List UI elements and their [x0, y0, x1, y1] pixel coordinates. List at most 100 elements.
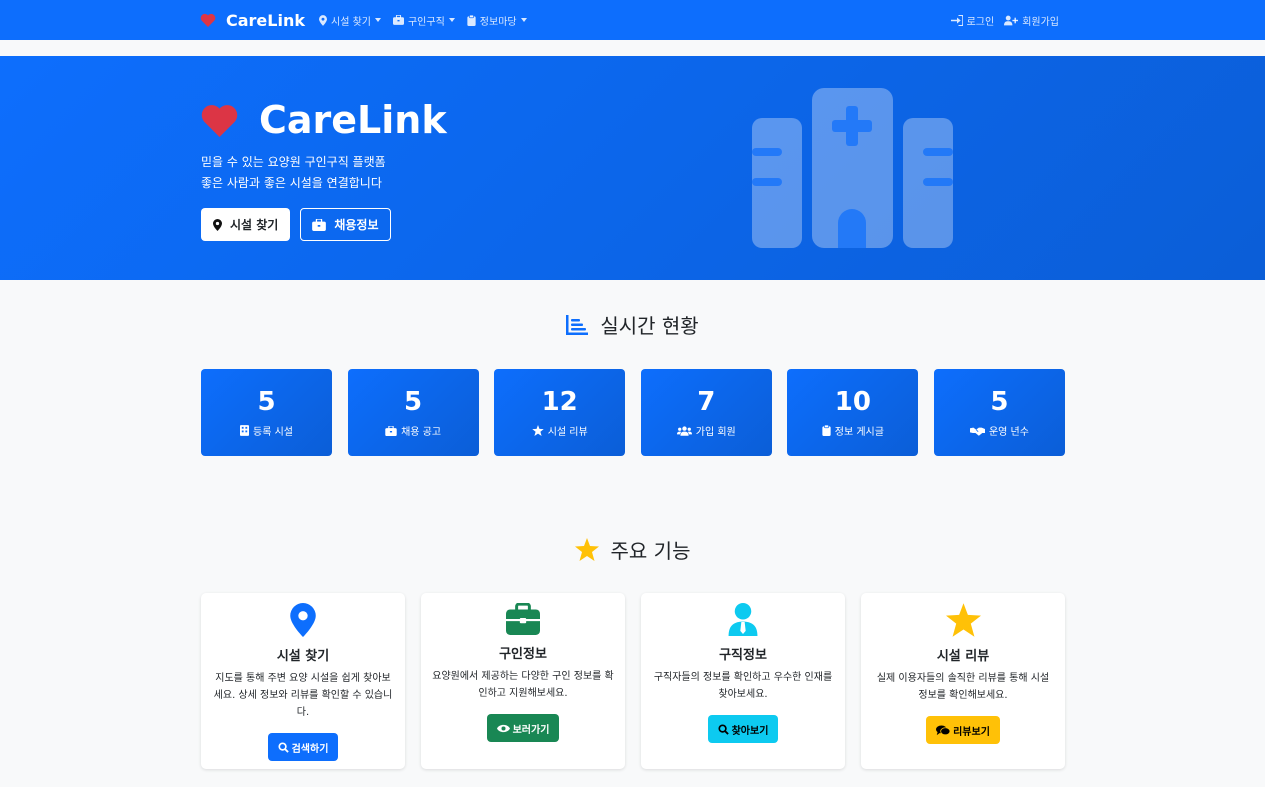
hero-title: CareLink [200, 98, 447, 142]
stat-value: 12 [541, 387, 578, 417]
stats-row: 5 등록 시설 5 채용 공고 12 시설 리뷰 7 가입 회원 10 정보 게… [201, 369, 1065, 456]
stat-value: 5 [257, 387, 276, 417]
building-icon [240, 425, 249, 436]
stat-label: 채용 공고 [385, 423, 441, 438]
stat-label: 정보 게시글 [822, 423, 884, 438]
brand-logo[interactable]: CareLink [200, 11, 305, 30]
map-pin-icon [213, 218, 222, 231]
briefcase-icon [506, 603, 540, 635]
find-button-label: 찾아보기 [731, 725, 769, 737]
briefcase-icon [385, 425, 397, 436]
search-button-label: 검색하기 [291, 743, 329, 755]
card-title: 구직정보 [719, 648, 767, 663]
features-title-text: 주요 기능 [610, 539, 691, 563]
jobs-button[interactable]: 채용정보 [300, 208, 391, 241]
stat-label-text: 가입 회원 [695, 427, 736, 438]
nav-facility-search[interactable]: 시설 찾기 [319, 13, 381, 28]
hospital-icon [752, 88, 953, 248]
stat-label: 시설 리뷰 [531, 423, 588, 438]
feature-card-reviews: 시설 리뷰 실제 이용자들의 솔직한 리뷰를 통해 시설 정보를 확인해보세요.… [861, 593, 1065, 769]
heart-icon [201, 105, 238, 137]
heart-icon [200, 13, 216, 27]
stat-card-reviews: 12 시설 리뷰 [494, 369, 626, 456]
features-section-title: 주요 기능 [0, 535, 1265, 564]
stat-value: 10 [834, 387, 871, 417]
nav-info-label: 정보마당 [479, 16, 517, 28]
hero-subtitle-line2: 좋은 사람과 좋은 시설을 연결합니다 [201, 176, 382, 190]
card-description: 구직자들의 정보를 확인하고 우수한 인재를 찾아보세요. [653, 672, 833, 700]
clipboard-icon [467, 14, 476, 26]
chevron-down-icon [448, 18, 455, 22]
user-plus-icon [1004, 15, 1019, 25]
users-icon [676, 425, 692, 436]
star-icon [945, 603, 981, 637]
review-button-label: 리뷰보기 [953, 726, 990, 738]
search-icon [278, 741, 289, 753]
view-button-label: 보러가기 [512, 724, 550, 736]
signup-label: 회원가입 [1022, 16, 1059, 28]
stat-value: 5 [404, 387, 423, 417]
stats-section-title: 실시간 현황 [0, 310, 1265, 339]
hero-title-text: CareLink [259, 98, 447, 142]
find-button[interactable]: 찾아보기 [707, 715, 779, 743]
eye-icon [496, 724, 510, 732]
nav-auth: 로그인 회원가입 [941, 13, 1059, 28]
stats-title-text: 실시간 현황 [600, 314, 699, 338]
chart-icon [566, 314, 589, 335]
star-icon [531, 425, 544, 436]
card-description: 요양원에서 제공하는 다양한 구인 정보를 확인하고 지원해보세요. [432, 671, 614, 699]
sign-in-icon [950, 14, 963, 26]
view-button[interactable]: 보러가기 [486, 714, 560, 742]
nav-recruit[interactable]: 구인구직 [392, 13, 455, 28]
signup-link[interactable]: 회원가입 [1004, 13, 1059, 28]
hero-subtitle-line1: 믿을 수 있는 요양원 구인구직 플랫폼 [201, 155, 386, 169]
jobs-label: 채용정보 [334, 218, 379, 232]
clipboard-icon [822, 425, 831, 436]
stat-value: 5 [990, 387, 1009, 417]
map-pin-icon [319, 14, 327, 26]
stat-label-text: 운영 년수 [988, 427, 1029, 438]
nav-info[interactable]: 정보마당 [467, 13, 527, 28]
star-icon [574, 538, 599, 561]
card-description: 실제 이용자들의 솔직한 리뷰를 통해 시설 정보를 확인해보세요. [876, 673, 1050, 701]
feature-card-job-postings: 구인정보 요양원에서 제공하는 다양한 구인 정보를 확인하고 지원해보세요. … [421, 593, 625, 769]
card-title: 시설 리뷰 [936, 649, 990, 664]
login-link[interactable]: 로그인 [950, 13, 995, 28]
stat-label: 등록 시설 [240, 423, 293, 438]
stat-card-facilities: 5 등록 시설 [201, 369, 332, 456]
features-row: 시설 찾기 지도를 통해 주변 요양 시설을 쉽게 찾아보세요. 상세 정보와 … [201, 593, 1065, 769]
hero-buttons: 시설 찾기 채용정보 [201, 208, 391, 241]
stat-label-text: 채용 공고 [401, 427, 442, 438]
feature-card-facility-search: 시설 찾기 지도를 통해 주변 요양 시설을 쉽게 찾아보세요. 상세 정보와 … [201, 593, 405, 769]
login-label: 로그인 [966, 16, 995, 28]
hero-section: CareLink 믿을 수 있는 요양원 구인구직 플랫폼 좋은 사람과 좋은 … [0, 56, 1265, 280]
review-button[interactable]: 리뷰보기 [926, 716, 1000, 744]
briefcase-icon [312, 218, 327, 231]
card-title: 시설 찾기 [276, 649, 330, 664]
stat-card-jobs: 5 채용 공고 [347, 369, 479, 456]
stat-label-text: 시설 리뷰 [547, 427, 588, 438]
hero-subtitle: 믿을 수 있는 요양원 구인구직 플랫폼 좋은 사람과 좋은 시설을 연결합니다 [201, 152, 386, 194]
stat-label-text: 정보 게시글 [834, 427, 884, 438]
chevron-down-icon [520, 18, 527, 22]
handshake-icon [969, 427, 985, 436]
stat-card-years: 5 운영 년수 [933, 369, 1065, 456]
stat-label-text: 등록 시설 [253, 427, 293, 438]
map-pin-icon [290, 603, 316, 637]
nav-recruit-label: 구인구직 [407, 16, 445, 28]
find-facility-button[interactable]: 시설 찾기 [201, 208, 291, 241]
navbar-inner: CareLink 시설 찾기 구인구직 정보마당 로그인 회원가입 [200, 0, 1059, 40]
navbar: CareLink 시설 찾기 구인구직 정보마당 로그인 회원가입 [0, 0, 1265, 40]
chevron-down-icon [374, 18, 381, 22]
card-title: 구인정보 [499, 647, 547, 662]
nav-facility-label: 시설 찾기 [331, 16, 371, 28]
user-tie-icon [728, 603, 758, 636]
stat-label: 운영 년수 [969, 423, 1029, 438]
brand-name: CareLink [226, 10, 305, 30]
stat-value: 7 [697, 387, 716, 417]
card-description: 지도를 통해 주변 요양 시설을 쉽게 찾아보세요. 상세 정보와 리뷰를 확인… [213, 673, 393, 718]
search-icon [718, 723, 729, 735]
briefcase-icon [392, 15, 404, 25]
search-button[interactable]: 검색하기 [267, 733, 339, 761]
stat-card-posts: 10 정보 게시글 [787, 369, 919, 456]
